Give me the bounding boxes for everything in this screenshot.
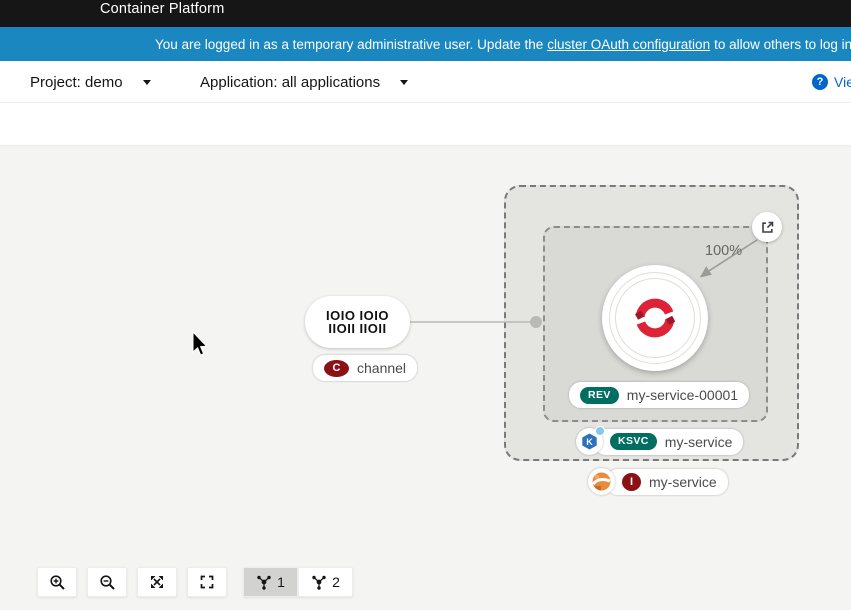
channel-label-chip[interactable]: C channel (313, 355, 417, 381)
knative-subbadge-icon (595, 426, 605, 436)
reset-view-button[interactable] (187, 567, 227, 597)
ksvc-name: my-service (665, 434, 733, 450)
layout-1-button[interactable]: 1 (243, 567, 298, 597)
zoom-in-button[interactable] (37, 567, 77, 597)
view-shortcuts-label: View shortcuts (834, 74, 851, 90)
revision-name: my-service-00001 (627, 387, 738, 403)
knative-icon: K (576, 428, 603, 455)
revision-node[interactable] (602, 265, 708, 371)
integration-label-row[interactable]: I my-service (588, 468, 728, 495)
topology-toolbar: Display options Filter by resource / i (0, 103, 851, 146)
knative-service-label-row[interactable]: K KSVC my-service (576, 428, 743, 455)
integration-kind-badge: I (622, 473, 641, 491)
layout-1-label: 1 (277, 574, 285, 590)
masthead: Container Platform (0, 0, 851, 27)
channel-kind-badge: C (324, 360, 349, 377)
zoom-out-icon (99, 574, 116, 591)
fit-to-screen-icon (149, 574, 165, 590)
layout-2-button[interactable]: 2 (298, 567, 353, 597)
reset-view-icon (199, 574, 215, 590)
project-dropdown-label: Project: demo (30, 74, 123, 91)
channel-name: channel (357, 360, 406, 376)
cluster-oauth-link[interactable]: cluster OAuth configuration (547, 37, 710, 52)
integration-name: my-service (649, 474, 717, 490)
camel-integration-icon (588, 468, 615, 495)
openshift-console: Container Platform You are logged in as … (0, 0, 851, 610)
layout-2-label: 2 (332, 574, 340, 590)
application-dropdown-label: Application: all applications (200, 74, 380, 91)
application-dropdown[interactable]: Application: all applications (200, 61, 408, 103)
view-shortcuts-link[interactable]: ? View shortcuts (812, 61, 851, 103)
chevron-down-icon (400, 80, 408, 85)
brand-title: Container Platform (100, 1, 225, 17)
admin-alert-banner: You are logged in as a temporary adminis… (0, 27, 851, 61)
mouse-cursor (192, 332, 210, 358)
revision-kind-badge: REV (580, 387, 619, 404)
topology-layout-icon (256, 574, 272, 590)
help-icon: ? (812, 74, 828, 90)
project-dropdown[interactable]: Project: demo (30, 61, 151, 103)
ksvc-kind-badge: KSVC (610, 433, 657, 450)
banner-text-before: You are logged in as a temporary adminis… (155, 37, 543, 52)
zoom-out-button[interactable] (87, 567, 127, 597)
external-link-icon (760, 220, 775, 235)
context-bar: Project: demo Application: all applicati… (0, 61, 851, 103)
open-url-decorator[interactable] (752, 212, 782, 242)
layout-toggle-group: 1 2 (243, 567, 353, 597)
topology-canvas[interactable]: 100% IOIO IOIO IIOII IIOII C channel (0, 146, 851, 610)
fit-to-screen-button[interactable] (137, 567, 177, 597)
topology-layout-icon (311, 574, 327, 590)
zoom-in-icon (49, 574, 66, 591)
openshift-logo-icon (631, 294, 679, 342)
channel-binary-icon: IIOII IIOII (328, 322, 386, 335)
channel-node[interactable]: IOIO IOIO IIOII IIOII (305, 296, 410, 348)
chevron-down-icon (143, 80, 151, 85)
banner-text-after: to allow others to log in. (714, 37, 851, 52)
svg-text:K: K (586, 437, 593, 447)
traffic-percent-label: 100% (705, 243, 742, 259)
revision-label-chip[interactable]: REV my-service-00001 (569, 382, 749, 408)
